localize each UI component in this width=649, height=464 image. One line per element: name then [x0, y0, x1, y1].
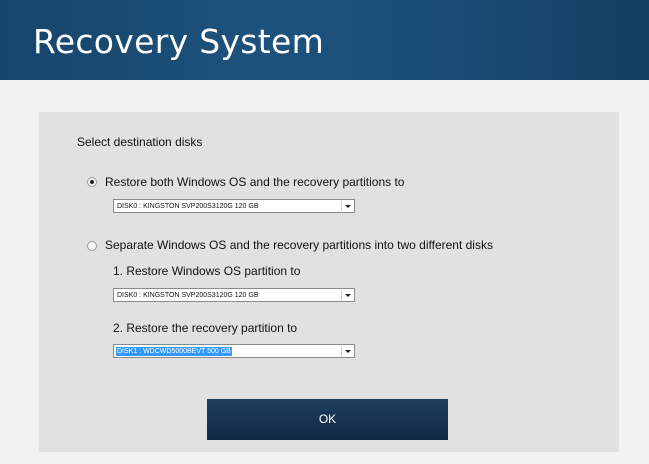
- app-title: Recovery System: [33, 22, 325, 61]
- separate-disks-radio[interactable]: [87, 241, 97, 251]
- restore-both-radio[interactable]: [87, 177, 97, 187]
- chevron-down-icon[interactable]: [341, 346, 353, 356]
- ok-button[interactable]: OK: [207, 399, 448, 440]
- restore-both-disk-select[interactable]: DISK0 : KINGSTON SVP200S3120G 120 GB: [113, 199, 355, 213]
- chevron-down-icon[interactable]: [341, 201, 353, 211]
- restore-recovery-disk-value: DISK1 : WDCWD5000BEVT 500 GB: [116, 347, 232, 356]
- select-destination-heading: Select destination disks: [77, 135, 203, 149]
- restore-os-disk-value: DISK0 : KINGSTON SVP200S3120G 120 GB: [117, 292, 259, 299]
- separate-disks-label[interactable]: Separate Windows OS and the recovery par…: [105, 238, 493, 252]
- header-banner: Recovery System: [0, 0, 649, 80]
- restore-both-label[interactable]: Restore both Windows OS and the recovery…: [105, 175, 404, 189]
- restore-both-disk-value: DISK0 : KINGSTON SVP200S3120G 120 GB: [117, 203, 259, 210]
- restore-recovery-label: 2. Restore the recovery partition to: [113, 321, 298, 335]
- restore-os-label: 1. Restore Windows OS partition to: [113, 264, 301, 278]
- restore-recovery-disk-select[interactable]: DISK1 : WDCWD5000BEVT 500 GB: [113, 344, 355, 358]
- chevron-down-icon[interactable]: [341, 290, 353, 300]
- restore-os-disk-select[interactable]: DISK0 : KINGSTON SVP200S3120G 120 GB: [113, 288, 355, 302]
